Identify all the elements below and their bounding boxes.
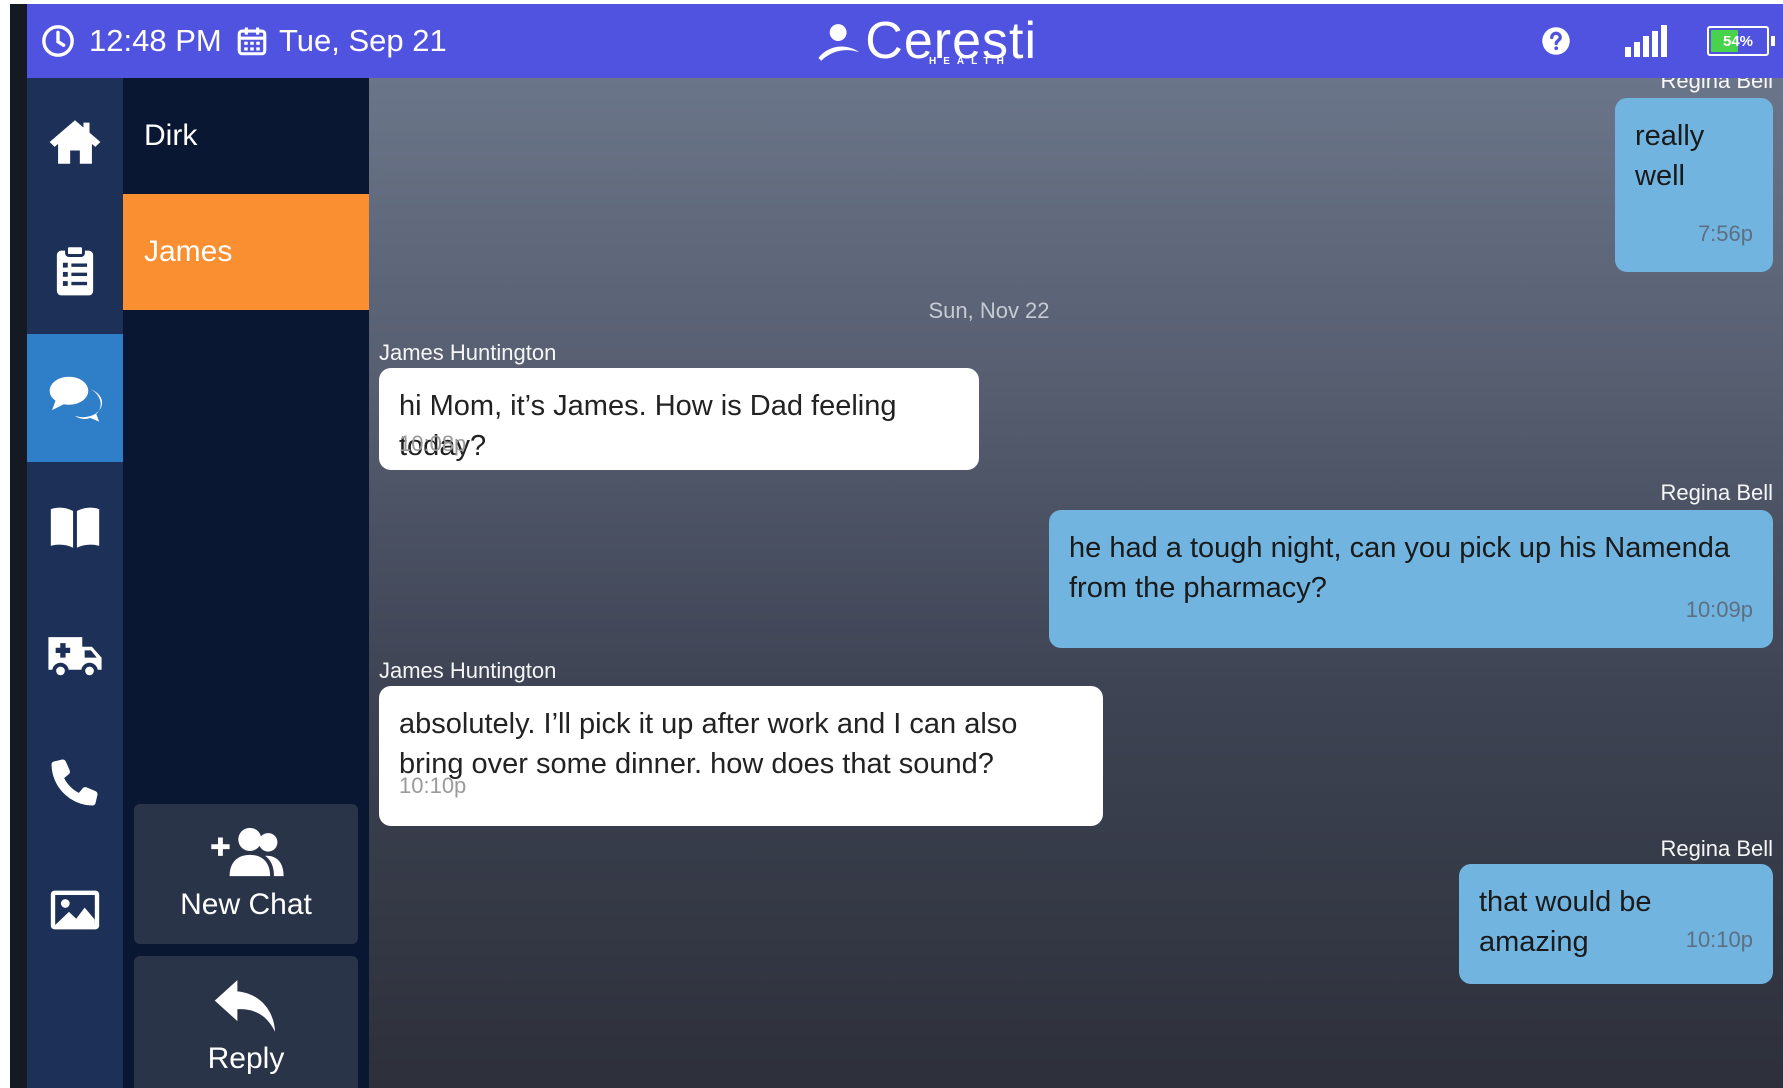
message-time: 7:56p	[1697, 221, 1753, 246]
date-divider-label: Sun, Nov 22	[928, 298, 1050, 323]
chat-item-dirk[interactable]: Dirk	[123, 78, 369, 194]
message-time: 10:10p	[1685, 927, 1753, 952]
battery-nub	[1771, 36, 1775, 46]
nav-tasks[interactable]	[27, 206, 123, 334]
status-time: 12:48 PM	[89, 23, 222, 58]
message-time: 10:10p	[399, 773, 467, 798]
ambulance-icon	[48, 637, 102, 680]
battery-indicator: 54%	[1707, 4, 1775, 78]
chat-item-james[interactable]: James	[123, 194, 369, 310]
new-chat-label: New Chat	[180, 888, 312, 921]
message-bubble: that would be amazing 10:10p	[1459, 864, 1773, 984]
message-text: that would be amazing	[1479, 886, 1652, 958]
date-divider: Sun, Nov 22	[369, 298, 1609, 324]
reply-label: Reply	[207, 1042, 285, 1075]
nav-phone[interactable]	[27, 718, 123, 846]
phone-icon	[51, 759, 98, 806]
conversation-thread: Regina Bell really well 7:56p Sun, Nov 2…	[369, 78, 1783, 1088]
chat-list-panel: Dirk James New Chat Reply	[123, 78, 369, 1088]
image-icon	[50, 890, 100, 930]
message-text: really well	[1635, 120, 1705, 192]
clipboard-icon	[56, 244, 94, 296]
book-icon	[50, 507, 100, 548]
nav-home[interactable]	[27, 78, 123, 206]
signal-icon	[1625, 4, 1669, 78]
help-icon[interactable]	[1541, 4, 1571, 78]
battery-icon: 54%	[1707, 26, 1769, 56]
message-text: he had a tough night, can you pick up hi…	[1069, 532, 1731, 604]
add-group-icon	[211, 827, 284, 877]
nav-photos[interactable]	[27, 846, 123, 974]
message-bubble: absolutely. I’ll pick it up after work a…	[379, 686, 1103, 826]
logo-person-icon	[818, 24, 860, 61]
message-sender: James Huntington	[379, 658, 557, 683]
reply-button[interactable]: Reply	[134, 956, 358, 1088]
reply-arrow-icon	[214, 980, 276, 1032]
top-status-bar: 12:48 PM Tue, Sep 21 Ceresti HEALTH 54%	[27, 4, 1783, 78]
app-screen: 12:48 PM Tue, Sep 21 Ceresti HEALTH 54%	[10, 4, 1783, 1088]
nav-library[interactable]	[27, 462, 123, 590]
new-chat-button[interactable]: New Chat	[134, 804, 358, 944]
chat-item-label: James	[144, 235, 233, 268]
chat-item-label: Dirk	[144, 119, 198, 152]
message-bubble: really well 7:56p	[1615, 98, 1773, 272]
nav-rail	[27, 78, 123, 1088]
battery-percent: 54%	[1722, 32, 1754, 50]
chat-bubbles-icon	[49, 376, 103, 422]
home-icon	[49, 120, 101, 164]
logo-subtitle: HEALTH	[929, 56, 1011, 67]
message-bubble: he had a tough night, can you pick up hi…	[1049, 510, 1773, 648]
message-text: hi Mom, it’s James. How is Dad feeling t…	[399, 390, 897, 462]
nav-chat[interactable]	[27, 334, 123, 462]
message-text: absolutely. I’ll pick it up after work a…	[399, 708, 1018, 780]
status-date: Tue, Sep 21	[279, 23, 447, 58]
message-sender: James Huntington	[379, 340, 557, 365]
message-time: 10:09p	[1685, 597, 1753, 622]
nav-emergency[interactable]	[27, 590, 123, 718]
message-time: 10:08p	[399, 431, 467, 456]
message-bubble: hi Mom, it’s James. How is Dad feeling t…	[379, 368, 979, 470]
calendar-icon	[235, 4, 269, 78]
message-sender: Regina Bell	[1660, 836, 1773, 861]
message-sender: Regina Bell	[1660, 480, 1773, 505]
ceresti-logo: Ceresti HEALTH	[817, 4, 1037, 78]
message-sender: Regina Bell	[1660, 78, 1773, 93]
clock-icon	[41, 4, 75, 78]
